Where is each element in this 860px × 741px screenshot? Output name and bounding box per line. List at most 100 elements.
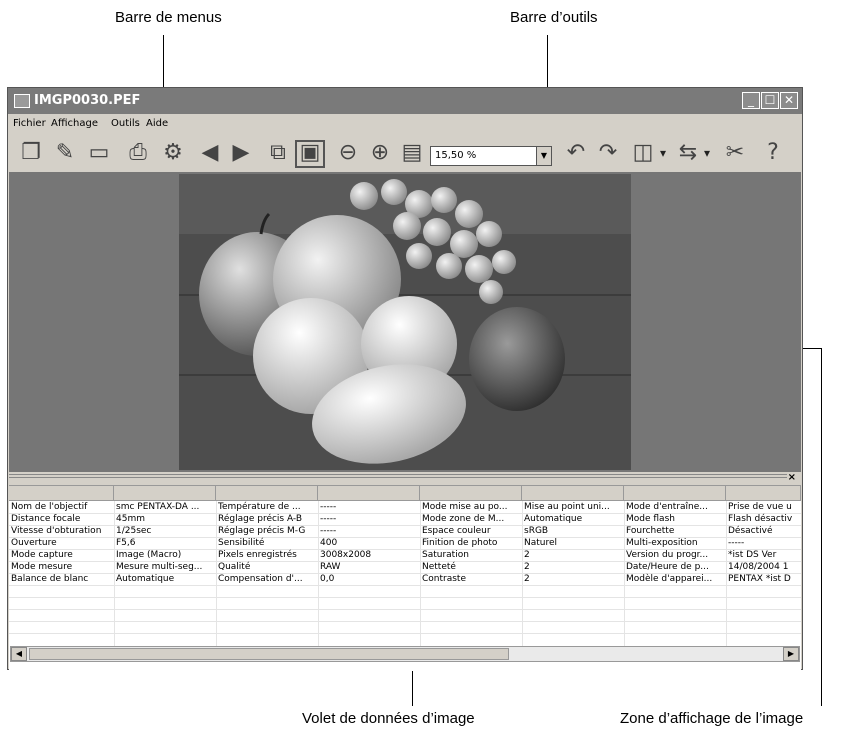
column-header[interactable] (624, 486, 726, 501)
column-header[interactable] (726, 486, 801, 501)
table-cell: 14/08/2004 1 (728, 562, 789, 572)
tools-icon[interactable]: ✂ (720, 140, 750, 168)
rotate-left-icon[interactable]: ↶ (561, 140, 591, 168)
row-divider (9, 597, 801, 598)
new-window-icon[interactable]: ❐ (16, 140, 46, 168)
table-cell: Pixels enregistrés (218, 550, 297, 560)
table-cell: ----- (320, 514, 337, 524)
table-cell: PENTAX *ist D (728, 574, 791, 584)
minimize-button[interactable]: _ (742, 92, 760, 109)
previous-icon[interactable]: ◀ (195, 140, 225, 168)
row-divider (9, 585, 801, 586)
convert-icon[interactable]: ⇆ (673, 140, 703, 168)
column-header[interactable] (318, 486, 420, 501)
next-icon[interactable]: ▶ (226, 140, 256, 168)
table-cell: Compensation d'... (218, 574, 303, 584)
close-button[interactable]: ✕ (780, 92, 798, 109)
table-cell: Modèle d'apparei... (626, 574, 713, 584)
menu-fichier[interactable]: Fichier (13, 118, 46, 129)
column-header[interactable] (114, 486, 216, 501)
open-icon[interactable]: ✎ (50, 140, 80, 168)
slideshow-icon[interactable]: ⧉ (263, 140, 293, 168)
table-cell: ----- (728, 538, 745, 548)
scrollbar-thumb[interactable] (29, 648, 509, 660)
image-adjust-dropdown-icon[interactable]: ▾ (658, 140, 668, 168)
image-adjust-icon[interactable]: ◫ (628, 140, 658, 168)
table-cell: RAW (320, 562, 341, 572)
close-icon[interactable]: × (788, 472, 796, 483)
actual-size-icon[interactable]: ▤ (397, 140, 427, 168)
rotate-right-icon[interactable]: ↷ (593, 140, 623, 168)
table-cell: Mode capture (11, 550, 73, 560)
table-cell: 3008x2008 (320, 550, 372, 560)
table-cell: Mode mise au po... (422, 502, 508, 512)
table-cell: Sensibilité (218, 538, 265, 548)
scroll-right-icon[interactable]: ▶ (783, 647, 799, 661)
toolbar: ❐ ✎ ▭ ⎙ ⚙ ◀ ▶ ⧉ ▣ ⊖ ⊕ ▤ 15,50 % ▼ ↶ ↷ ◫ … (8, 136, 802, 170)
fit-window-icon[interactable]: ▣ (295, 140, 325, 168)
table-cell: ----- (320, 502, 337, 512)
maximize-button[interactable]: ☐ (761, 92, 779, 109)
table-cell: Date/Heure de p... (626, 562, 709, 572)
table-cell: 2 (524, 562, 530, 572)
table-cell: Automatique (524, 514, 583, 524)
table-cell: Mode mesure (11, 562, 73, 572)
scroll-left-icon[interactable]: ◀ (11, 647, 27, 661)
table-cell: *ist DS Ver (728, 550, 777, 560)
table-cell: Espace couleur (422, 526, 491, 536)
zoom-out-icon[interactable]: ⊖ (333, 140, 363, 168)
table-cell: Prise de vue u (728, 502, 792, 512)
table-cell: Version du progr... (626, 550, 709, 560)
table-cell: Qualité (218, 562, 251, 572)
help-icon[interactable]: ? (758, 140, 788, 168)
table-cell: Température de ... (218, 502, 301, 512)
column-header[interactable] (9, 486, 114, 501)
table-cell: smc PENTAX-DA ... (116, 502, 200, 512)
table-cell: Désactivé (728, 526, 773, 536)
table-cell: Mise au point uni... (524, 502, 610, 512)
table-cell: Image (Macro) (116, 550, 182, 560)
table-cell: Mode flash (626, 514, 675, 524)
display-area-callout-vline (821, 348, 822, 706)
table-cell: 2 (524, 550, 530, 560)
table-cell: Balance de blanc (11, 574, 89, 584)
horizontal-scrollbar[interactable]: ◀ ▶ (10, 646, 800, 662)
toolbar-callout: Barre d’outils (510, 9, 598, 26)
convert-dropdown-icon[interactable]: ▾ (702, 140, 712, 168)
row-divider (9, 633, 801, 634)
print-icon[interactable]: ⎙ (123, 140, 153, 168)
table-cell: 0,0 (320, 574, 335, 584)
table-cell: Mode zone de M... (422, 514, 505, 524)
zoom-select[interactable]: 15,50 % ▼ (430, 146, 552, 166)
table-cell: ----- (320, 526, 337, 536)
table-cell: Contraste (422, 574, 466, 584)
table-cell: F5,6 (116, 538, 136, 548)
zoom-in-icon[interactable]: ⊕ (365, 140, 395, 168)
window-title: IMGP0030.PEF (34, 93, 141, 108)
column-header[interactable] (420, 486, 522, 501)
table-cell: Mesure multi-seg... (116, 562, 203, 572)
table-cell: 400 (320, 538, 338, 548)
column-header[interactable] (522, 486, 624, 501)
table-cell: Fourchette (626, 526, 675, 536)
image-display-area[interactable] (9, 172, 801, 472)
table-cell: Automatique (116, 574, 175, 584)
chevron-down-icon[interactable]: ▼ (536, 147, 551, 165)
app-icon (14, 94, 30, 108)
table-cell: Multi-exposition (626, 538, 698, 548)
panel-splitter[interactable] (9, 474, 787, 478)
menu-outils[interactable]: Outils (111, 118, 140, 129)
display-area-callout: Zone d’affichage de l’image (620, 710, 804, 727)
photo-fruit (179, 174, 631, 470)
save-icon[interactable]: ▭ (84, 140, 114, 168)
menu-aide[interactable]: Aide (146, 118, 168, 129)
row-divider (9, 621, 801, 622)
title-bar[interactable]: IMGP0030.PEF _ ☐ ✕ (8, 88, 802, 114)
column-header[interactable] (216, 486, 318, 501)
menu-affichage[interactable]: Affichage (51, 118, 98, 129)
table-cell: Distance focale (11, 514, 81, 524)
zoom-value: 15,50 % (435, 150, 477, 161)
settings-icon[interactable]: ⚙ (158, 140, 188, 168)
table-cell: sRGB (524, 526, 549, 536)
table-cell: Flash désactiv (728, 514, 793, 524)
